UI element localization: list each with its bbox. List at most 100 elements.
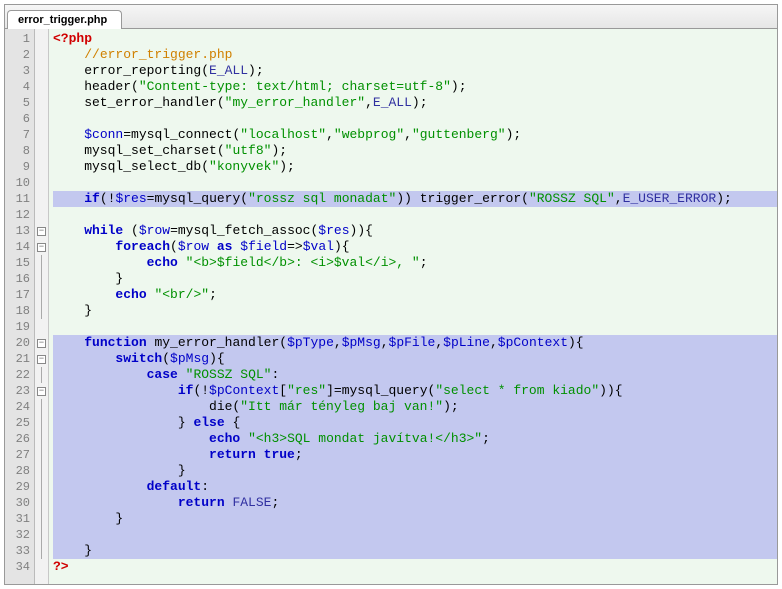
line-number: 17 [5, 287, 34, 303]
token: else [193, 415, 224, 430]
line-number: 19 [5, 319, 34, 335]
code-line[interactable]: header("Content-type: text/html; charset… [53, 79, 777, 95]
token: "rossz sql monadat" [248, 191, 396, 206]
fold-toggle-icon[interactable]: − [37, 355, 46, 364]
fold-toggle-icon[interactable]: − [37, 227, 46, 236]
token: <?php [53, 31, 92, 46]
line-number: 23 [5, 383, 34, 399]
code-line[interactable] [53, 175, 777, 191]
fold-toggle-icon[interactable]: − [37, 387, 46, 396]
token [53, 255, 147, 270]
code-line[interactable]: case "ROSSZ SQL": [53, 367, 777, 383]
code-line[interactable]: mysql_select_db("konyvek"); [53, 159, 777, 175]
code-line[interactable]: <?php [53, 31, 777, 47]
token [53, 223, 84, 238]
code-line[interactable]: } [53, 543, 777, 559]
code-line[interactable]: return FALSE; [53, 495, 777, 511]
token: ( [123, 223, 139, 238]
token: return [178, 495, 225, 510]
code-line[interactable]: } else { [53, 415, 777, 431]
token: } [53, 543, 92, 558]
code-line[interactable]: } [53, 511, 777, 527]
fold-cell [35, 63, 48, 79]
code-line[interactable]: echo "<br/>"; [53, 287, 777, 303]
token: { [225, 415, 241, 430]
token: E_USER_ERROR [623, 191, 717, 206]
token: =mysql_fetch_assoc( [170, 223, 318, 238]
line-number: 4 [5, 79, 34, 95]
code-line[interactable]: echo "<h3>SQL mondat javítva!</h3>"; [53, 431, 777, 447]
token: , [365, 95, 373, 110]
token: =mysql_query( [147, 191, 248, 206]
line-number: 31 [5, 511, 34, 527]
token: , [326, 127, 334, 142]
line-number: 2 [5, 47, 34, 63]
code-line[interactable]: if(!$res=mysql_query("rossz sql monadat"… [53, 191, 777, 207]
code-line[interactable]: switch($pMsg){ [53, 351, 777, 367]
code-editor[interactable]: 1234567891011121314151617181920212223242… [5, 29, 777, 584]
token: ; [482, 431, 490, 446]
token [53, 367, 147, 382]
code-line[interactable]: die("Itt már tényleg baj van!"); [53, 399, 777, 415]
fold-cell [35, 463, 48, 479]
token: ]=mysql_query( [326, 383, 435, 398]
line-number: 6 [5, 111, 34, 127]
token: mysql_select_db( [53, 159, 209, 174]
editor-window: error_trigger.php 1234567891011121314151… [4, 4, 778, 585]
token: )){ [599, 383, 622, 398]
code-line[interactable]: default: [53, 479, 777, 495]
code-line[interactable]: set_error_handler("my_error_handler",E_A… [53, 95, 777, 111]
token: )) trigger_error( [396, 191, 529, 206]
token: $pType [287, 335, 334, 350]
token: => [287, 239, 303, 254]
code-line[interactable]: if(!$pContext["res"]=mysql_query("select… [53, 383, 777, 399]
token: $row [139, 223, 170, 238]
token: )){ [350, 223, 373, 238]
code-line[interactable]: $conn=mysql_connect("localhost","webprog… [53, 127, 777, 143]
code-line[interactable]: ?> [53, 559, 777, 575]
token: echo [147, 255, 178, 270]
token: die( [53, 399, 240, 414]
fold-cell [35, 207, 48, 223]
token: E_ALL [209, 63, 248, 78]
token: ; [295, 447, 303, 462]
code-line[interactable] [53, 527, 777, 543]
token: error_reporting( [53, 63, 209, 78]
token: "res" [287, 383, 326, 398]
line-number: 24 [5, 399, 34, 415]
code-line[interactable]: return true; [53, 447, 777, 463]
line-number: 11 [5, 191, 34, 207]
fold-cell [35, 143, 48, 159]
code-line[interactable] [53, 111, 777, 127]
code-line[interactable]: //error_trigger.php [53, 47, 777, 63]
token: $pContext [498, 335, 568, 350]
token: while [84, 223, 123, 238]
code-line[interactable]: foreach($row as $field=>$val){ [53, 239, 777, 255]
fold-cell [35, 399, 48, 415]
file-tab[interactable]: error_trigger.php [7, 10, 122, 29]
token: E_ALL [373, 95, 412, 110]
fold-toggle-icon[interactable]: − [37, 339, 46, 348]
code-line[interactable]: echo "<b>$field</b>: <i>$val</i>, "; [53, 255, 777, 271]
code-area[interactable]: <?php //error_trigger.php error_reportin… [49, 29, 777, 584]
code-line[interactable]: } [53, 463, 777, 479]
code-line[interactable]: error_reporting(E_ALL); [53, 63, 777, 79]
token: ( [170, 239, 178, 254]
code-line[interactable]: mysql_set_charset("utf8"); [53, 143, 777, 159]
token: $row [178, 239, 209, 254]
code-line[interactable] [53, 207, 777, 223]
fold-cell: − [35, 223, 48, 239]
code-line[interactable]: } [53, 303, 777, 319]
token: "ROSSZ SQL" [529, 191, 615, 206]
token: echo [115, 287, 146, 302]
token [53, 383, 178, 398]
code-line[interactable]: function my_error_handler($pType,$pMsg,$… [53, 335, 777, 351]
code-line[interactable]: while ($row=mysql_fetch_assoc($res)){ [53, 223, 777, 239]
line-number: 15 [5, 255, 34, 271]
code-line[interactable] [53, 319, 777, 335]
token: if [84, 191, 100, 206]
code-line[interactable]: } [53, 271, 777, 287]
fold-toggle-icon[interactable]: − [37, 243, 46, 252]
fold-cell [35, 191, 48, 207]
line-number: 25 [5, 415, 34, 431]
